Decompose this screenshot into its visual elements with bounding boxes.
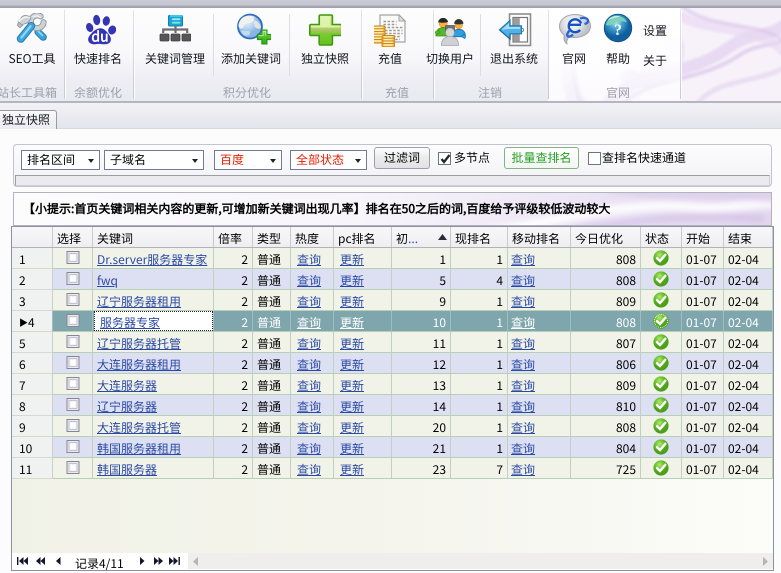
svg-text:du: du [91,27,108,47]
svg-text:?: ? [614,16,622,40]
